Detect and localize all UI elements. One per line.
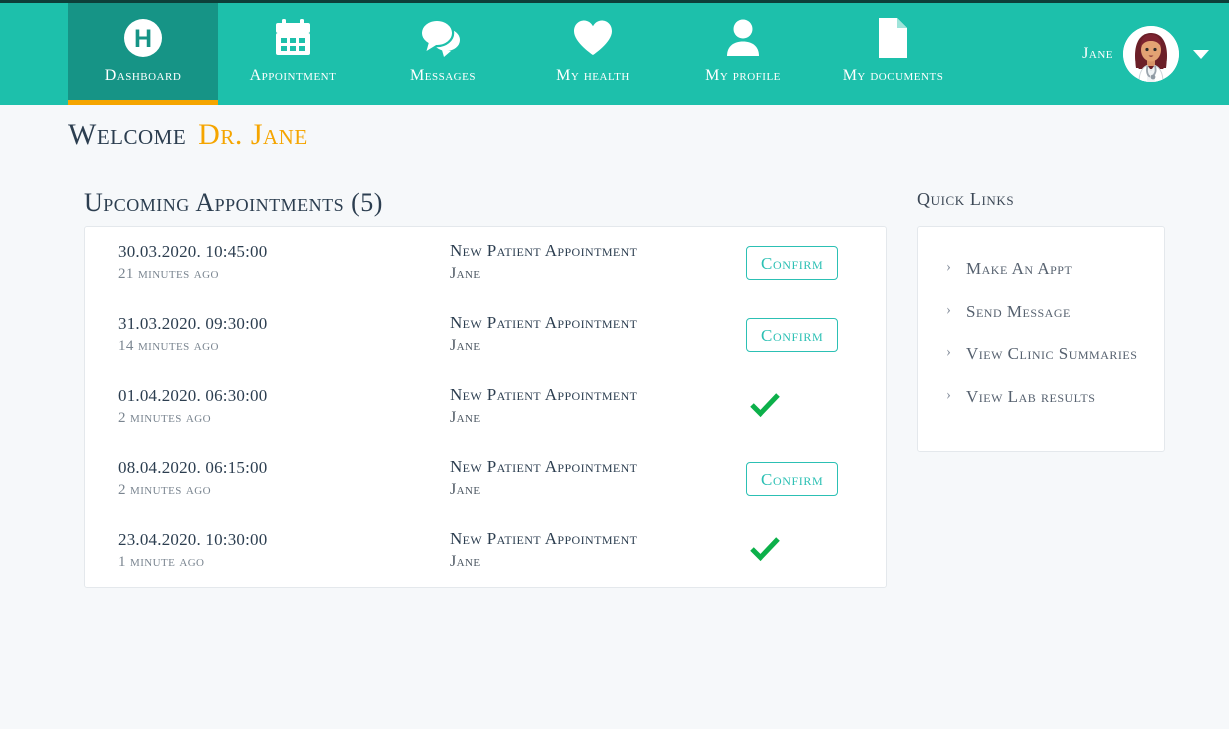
quick-links-heading: Quick Links [917,189,1015,209]
appointment-date: 23.04.2020. 10:30:00 [118,530,268,550]
appointment-relative-time: 2 minutes ago [118,481,211,498]
hospital-h-logo-icon: H [123,16,163,60]
quick-link-label: View Lab results [966,386,1096,406]
appointment-date: 01.04.2020. 06:30:00 [118,386,268,406]
quick-link-label: Send Message [966,301,1071,321]
appointment-type: New Patient Appointment [450,529,638,549]
welcome-user-name: Dr. Jane [198,118,308,151]
table-row: 23.04.2020. 10:30:00 1 minute ago New Pa… [85,515,886,587]
appointments-card: 30.03.2020. 10:45:00 21 minutes ago New … [84,226,887,588]
appointment-action [746,536,886,567]
nav-item-my-health-label: My health [556,67,630,84]
appointment-action [746,392,886,423]
appointment-when: 23.04.2020. 10:30:00 1 minute ago [118,529,450,573]
appointment-date: 08.04.2020. 06:15:00 [118,458,268,478]
welcome-greeting: Welcome [68,118,187,151]
appointment-action: Confirm [746,318,886,352]
nav-left-spacer [0,3,68,105]
appointment-person: Jane [450,553,481,571]
nav-item-messages[interactable]: Messages [368,3,518,105]
quick-link-label: Make An Appt [966,259,1073,278]
page-title: Welcome Dr. Jane [68,118,308,152]
confirm-button[interactable]: Confirm [746,318,839,352]
user-name-label: Jane [1082,45,1113,62]
nav-item-appointment[interactable]: Appointment [218,3,368,105]
nav-item-dashboard-label: Dashboard [104,67,182,84]
appointment-person: Jane [450,337,481,355]
heart-icon [572,16,614,60]
green-check-icon [750,536,780,567]
appointment-relative-time: 21 minutes ago [118,265,219,282]
appointment-date: 30.03.2020. 10:45:00 [118,242,268,262]
chevron-down-icon[interactable] [1193,49,1209,59]
nav-item-my-health[interactable]: My health [518,3,668,105]
appointment-when: 01.04.2020. 06:30:00 2 minutes ago [118,385,450,429]
quick-link-make-an-appt[interactable]: › Make An Appt [946,257,1146,282]
appointment-details: New Patient Appointment Jane [450,240,746,285]
quick-link-view-clinic-summaries[interactable]: › View Clinic Summaries [946,342,1146,367]
chevron-right-icon: › [946,386,951,403]
quick-link-label: View Clinic Summaries [966,344,1138,364]
appointment-type: New Patient Appointment [450,241,638,261]
nav-flex-spacer [968,3,1082,105]
quick-link-view-lab-results[interactable]: › View Lab results [946,385,1146,410]
table-row: 30.03.2020. 10:45:00 21 minutes ago New … [85,227,886,299]
svg-text:H: H [134,25,152,53]
appointment-person: Jane [450,265,481,283]
quick-links-card: › Make An Appt › Send Message › View Cli… [917,226,1165,452]
nav-item-dashboard[interactable]: H Dashboard [68,3,218,105]
document-icon [876,16,910,60]
green-check-icon [750,392,780,423]
confirm-button[interactable]: Confirm [746,246,839,280]
appointment-person: Jane [450,481,481,499]
nav-item-appointment-label: Appointment [249,67,337,84]
appointment-when: 31.03.2020. 09:30:00 14 minutes ago [118,313,450,357]
nav-item-messages-label: Messages [410,67,476,84]
appointment-details: New Patient Appointment Jane [450,528,746,573]
confirm-button[interactable]: Confirm [746,462,839,496]
appointment-details: New Patient Appointment Jane [450,384,746,429]
nav-item-my-profile[interactable]: My profile [668,3,818,105]
nav-item-my-documents-label: My documents [842,67,944,84]
table-row: 08.04.2020. 06:15:00 2 minutes ago New P… [85,443,886,515]
appointment-action: Confirm [746,462,886,496]
appointment-details: New Patient Appointment Jane [450,456,746,501]
chevron-right-icon: › [946,301,951,318]
chat-bubbles-icon [420,16,466,60]
nav-item-my-profile-label: My profile [705,67,781,84]
appointment-when: 08.04.2020. 06:15:00 2 minutes ago [118,457,450,501]
appointment-details: New Patient Appointment Jane [450,312,746,357]
user-menu[interactable]: Jane [1082,3,1229,105]
appointment-action: Confirm [746,246,886,280]
table-row: 31.03.2020. 09:30:00 14 minutes ago New … [85,299,886,371]
calendar-icon [274,16,312,60]
person-icon [725,16,761,60]
chevron-right-icon: › [946,344,951,361]
main-navigation-bar: H Dashboard Appointment Messages My heal… [0,3,1229,105]
chevron-right-icon: › [946,259,951,275]
appointment-date: 31.03.2020. 09:30:00 [118,314,268,334]
appointment-when: 30.03.2020. 10:45:00 21 minutes ago [118,241,450,285]
appointment-relative-time: 1 minute ago [118,553,205,570]
upcoming-appointments-heading: Upcoming Appointments (5) [84,188,383,217]
appointment-relative-time: 2 minutes ago [118,409,211,426]
nav-item-my-documents[interactable]: My documents [818,3,968,105]
doctor-avatar [1123,26,1179,82]
appointment-type: New Patient Appointment [450,385,638,405]
appointment-person: Jane [450,409,481,427]
appointment-relative-time: 14 minutes ago [118,337,219,354]
quick-link-send-message[interactable]: › Send Message [946,300,1146,325]
table-row: 01.04.2020. 06:30:00 2 minutes ago New P… [85,371,886,443]
appointment-type: New Patient Appointment [450,457,638,477]
appointment-type: New Patient Appointment [450,313,638,333]
